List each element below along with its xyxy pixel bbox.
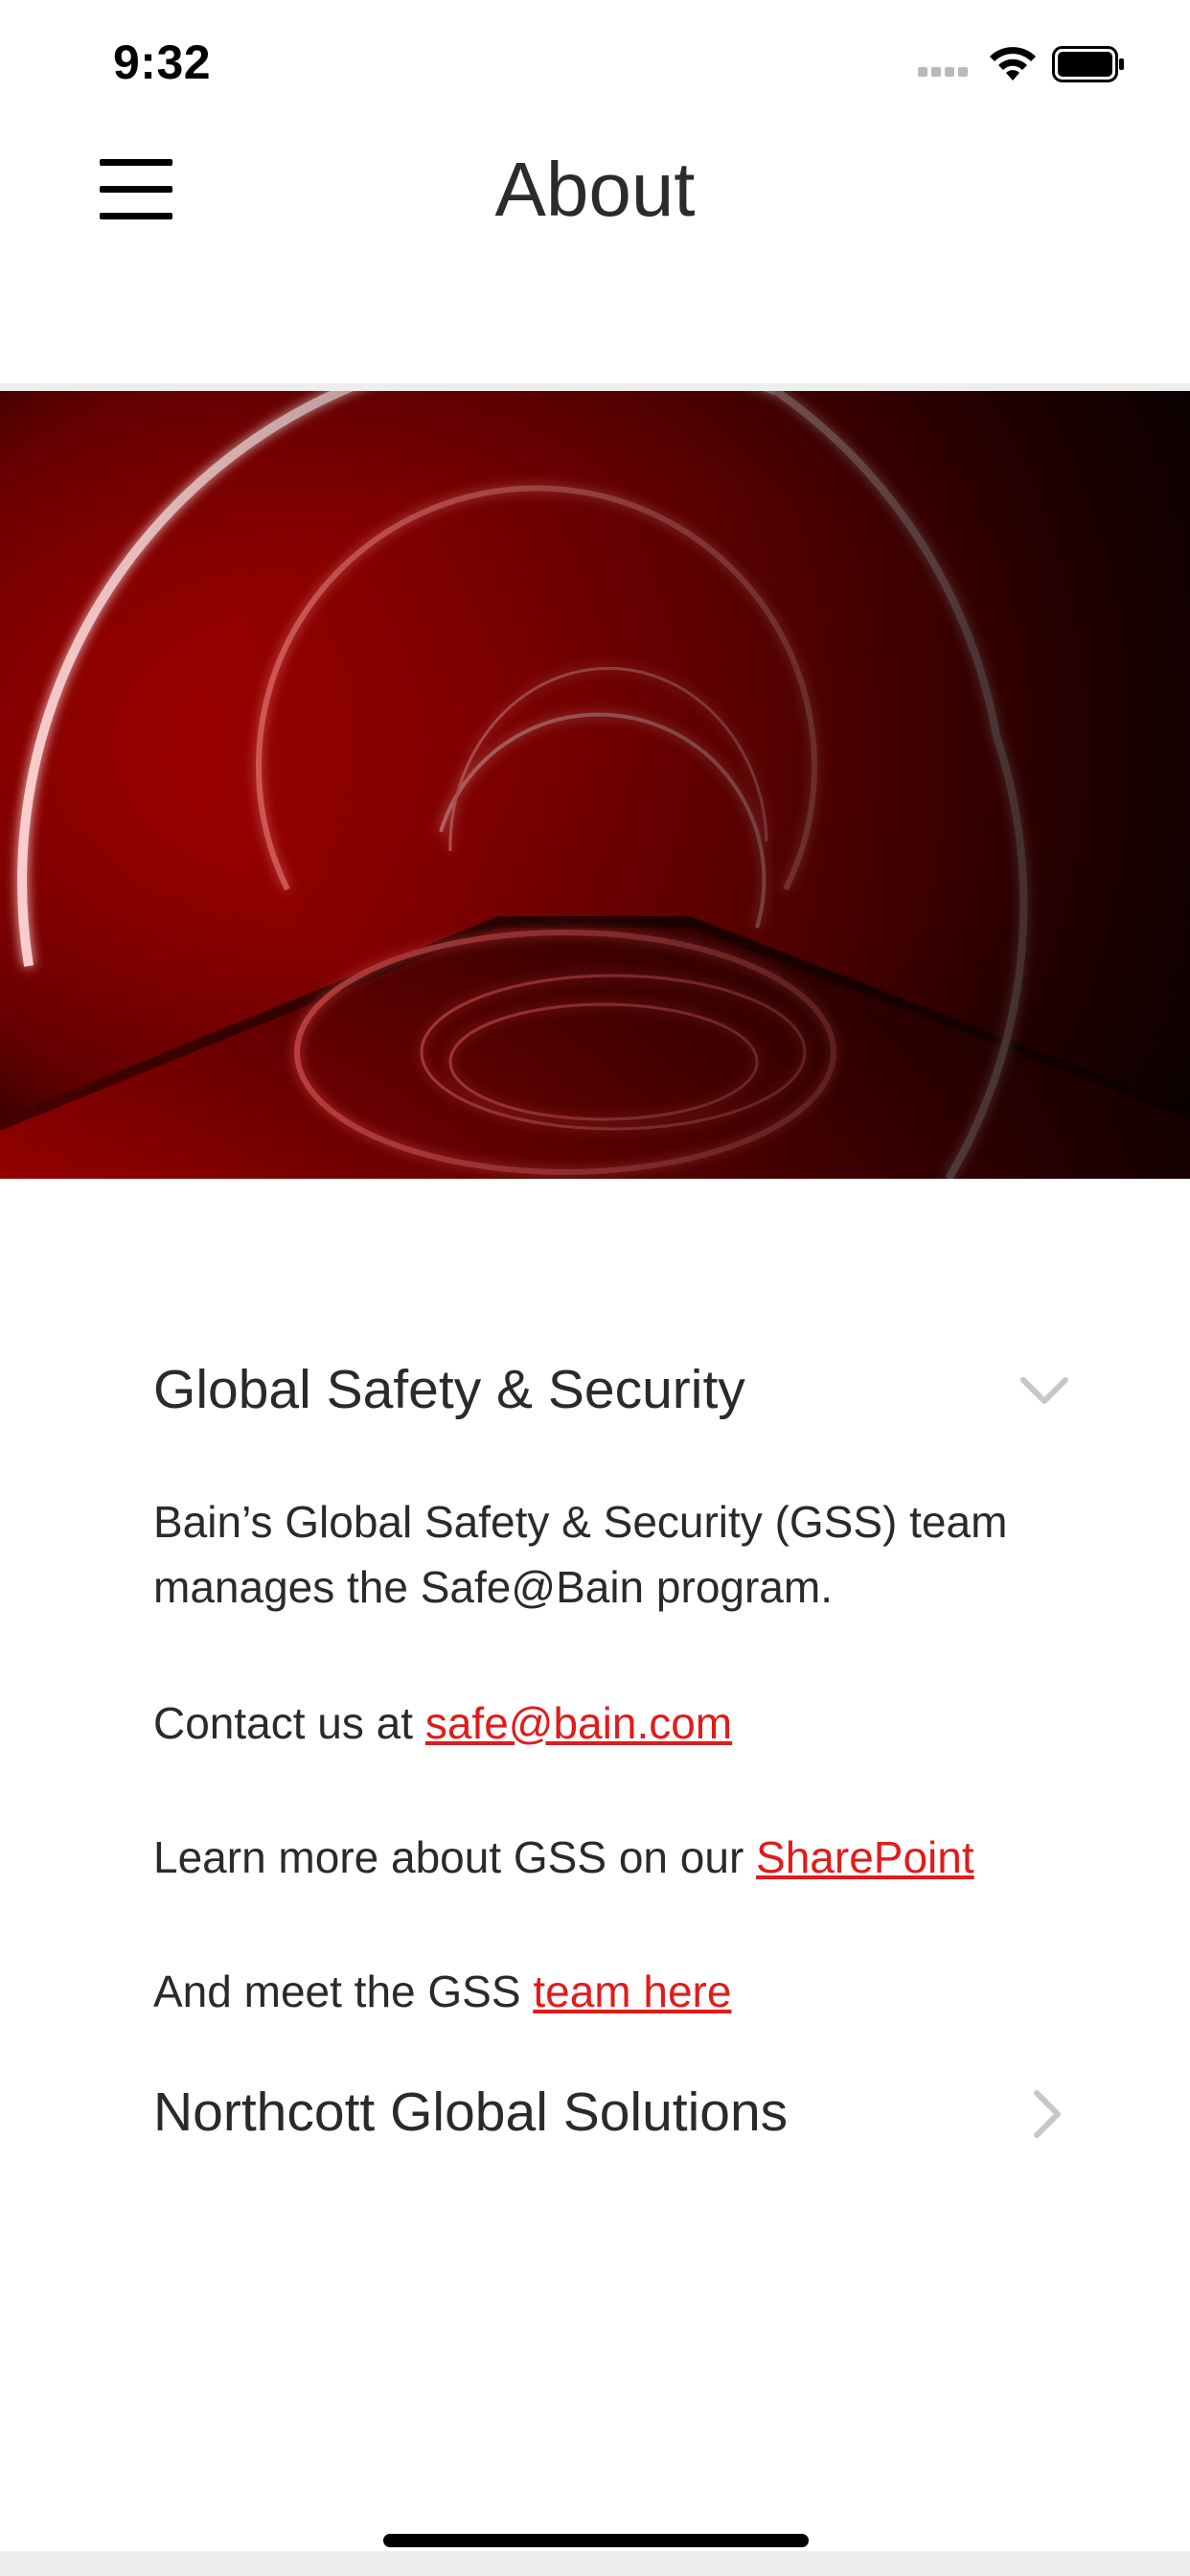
chevron-right-icon [1034,2090,1061,2138]
sharepoint-link[interactable]: SharePoint [756,1832,974,1882]
meet-prefix: And meet the GSS [153,1966,534,2016]
section-northcott-global-solutions[interactable]: Northcott Global Solutions [153,2064,1073,2160]
section-global-safety-security[interactable]: Global Safety & Security [153,1342,1073,1438]
about-screen: 9:32 About Global Safety & Security Bain… [0,0,1190,2576]
contact-prefix: Contact us at [153,1698,425,1748]
learn-more-line: Learn more about GSS on our SharePoint [153,1825,1044,1890]
gss-intro-text: Bain’s Global Safety & Security (GSS) te… [153,1497,1008,1612]
contact-email-link[interactable]: safe@bain.com [425,1698,732,1748]
meet-team-line: And meet the GSS team here [153,1959,1044,2024]
status-time: 9:32 [113,35,212,89]
team-here-link[interactable]: team here [533,1966,731,2016]
section-title: Northcott Global Solutions [153,2082,789,2143]
header-divider [0,383,1190,391]
learn-prefix: Learn more about GSS on our [153,1832,757,1882]
contact-line: Contact us at safe@bain.com [153,1690,1044,1756]
wifi-icon [990,47,1036,80]
header: About [0,126,1190,385]
hero-image [0,391,1190,1179]
red-neon-tunnel-image [0,391,1190,1179]
home-indicator[interactable] [383,2534,809,2547]
status-bar: 9:32 [0,0,1190,126]
battery-icon [1052,46,1124,82]
page-title: About [494,147,696,232]
signal-dots-icon [918,67,973,80]
bottom-band [0,2551,1190,2576]
section-title: Global Safety & Security [153,1359,745,1420]
chevron-down-icon [1020,1377,1068,1404]
